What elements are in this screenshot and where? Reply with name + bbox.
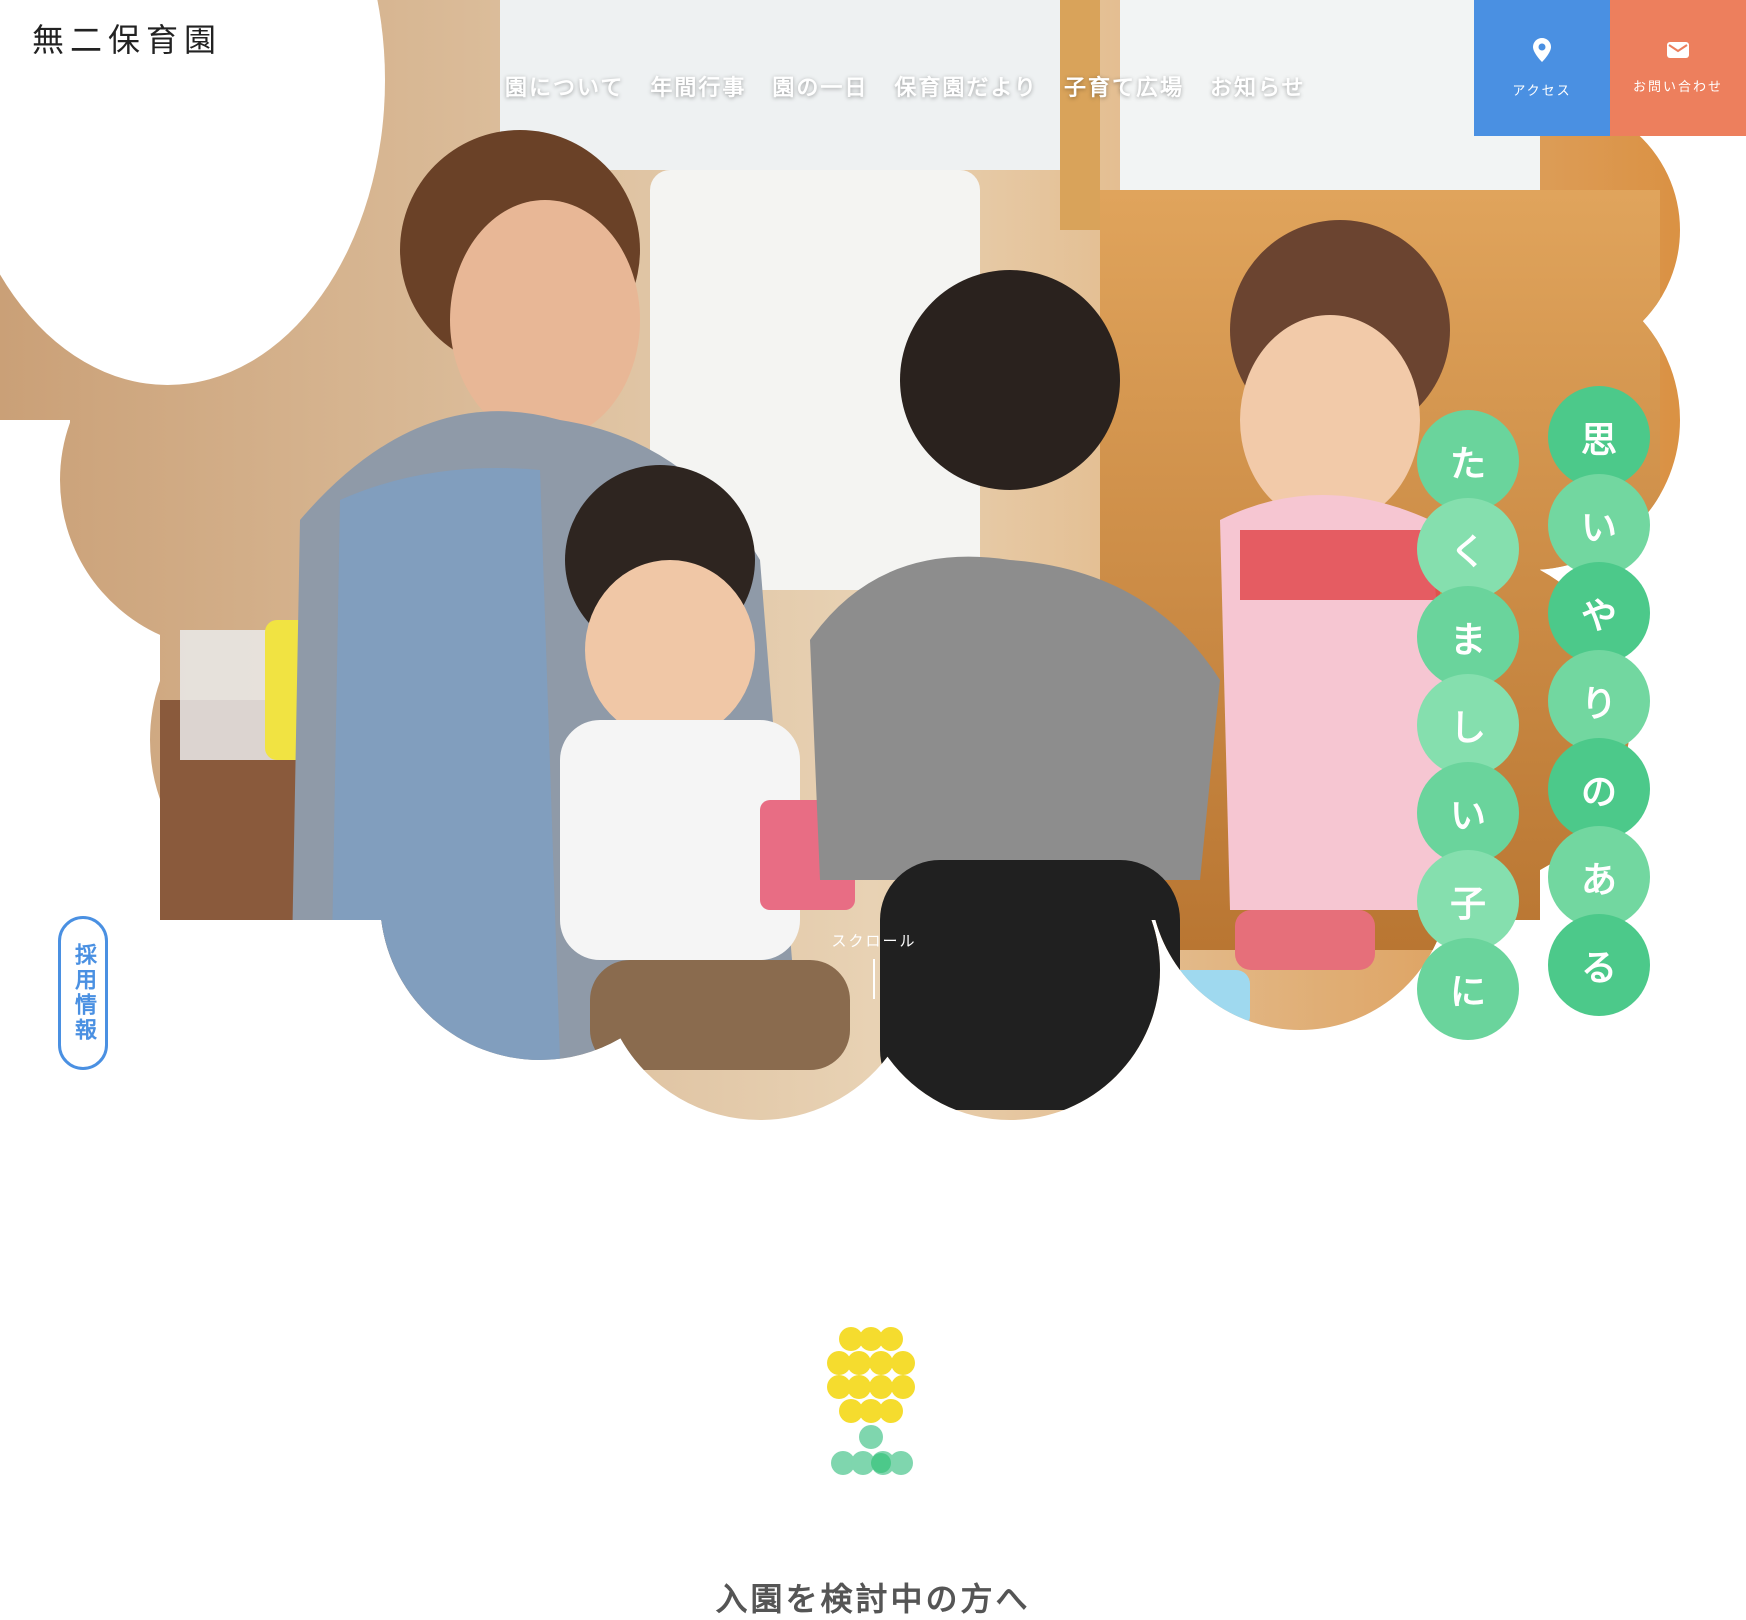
site-name: 無二保育園	[32, 21, 223, 59]
catch-char: 子	[1417, 850, 1519, 952]
catch-char: に	[1417, 938, 1519, 1040]
mail-icon	[1667, 41, 1689, 58]
catch-char: い	[1548, 474, 1650, 576]
catch-char: い	[1417, 762, 1519, 864]
catch-char: る	[1548, 914, 1650, 1016]
access-button[interactable]: アクセス	[1474, 0, 1610, 136]
catch-char: あ	[1548, 826, 1650, 928]
catch-char: し	[1417, 674, 1519, 776]
access-label: アクセス	[1512, 83, 1572, 99]
flower-icon	[827, 1327, 915, 1475]
catch-copy-line-1: 思 い や り の あ る	[1548, 386, 1650, 1016]
nav-item-events[interactable]: 年間行事	[650, 70, 746, 102]
catch-char: や	[1548, 562, 1650, 664]
catch-char: ま	[1417, 586, 1519, 688]
map-pin-icon	[1533, 37, 1551, 62]
catch-char: 思	[1548, 386, 1650, 488]
scroll-indicator[interactable]: スクロール	[826, 930, 922, 999]
section-title: 入園を検討中の方へ	[715, 1580, 1031, 1618]
nav-item-about[interactable]: 園について	[505, 70, 624, 102]
global-nav: 園について 年間行事 園の一日 保育園だより 子育て広場 お知らせ	[505, 70, 1306, 102]
nav-item-daily[interactable]: 園の一日	[772, 70, 868, 102]
contact-button[interactable]: お問い合わせ	[1610, 0, 1746, 136]
nav-item-newsletter[interactable]: 保育園だより	[894, 70, 1038, 102]
catch-char: た	[1417, 410, 1519, 512]
catch-char: く	[1417, 498, 1519, 600]
recruit-label: 採用情報	[71, 943, 96, 1043]
recruit-button[interactable]: 採用情報	[58, 916, 108, 1070]
nav-item-news[interactable]: お知らせ	[1210, 70, 1306, 102]
nav-item-childcare-plaza[interactable]: 子育て広場	[1064, 70, 1184, 102]
scroll-line	[873, 959, 875, 999]
scroll-label: スクロール	[831, 932, 917, 950]
catch-copy-line-2: た く ま し い 子 に	[1417, 410, 1519, 1040]
contact-label: お問い合わせ	[1632, 79, 1723, 95]
catch-char: の	[1548, 738, 1650, 840]
catch-char: り	[1548, 650, 1650, 752]
